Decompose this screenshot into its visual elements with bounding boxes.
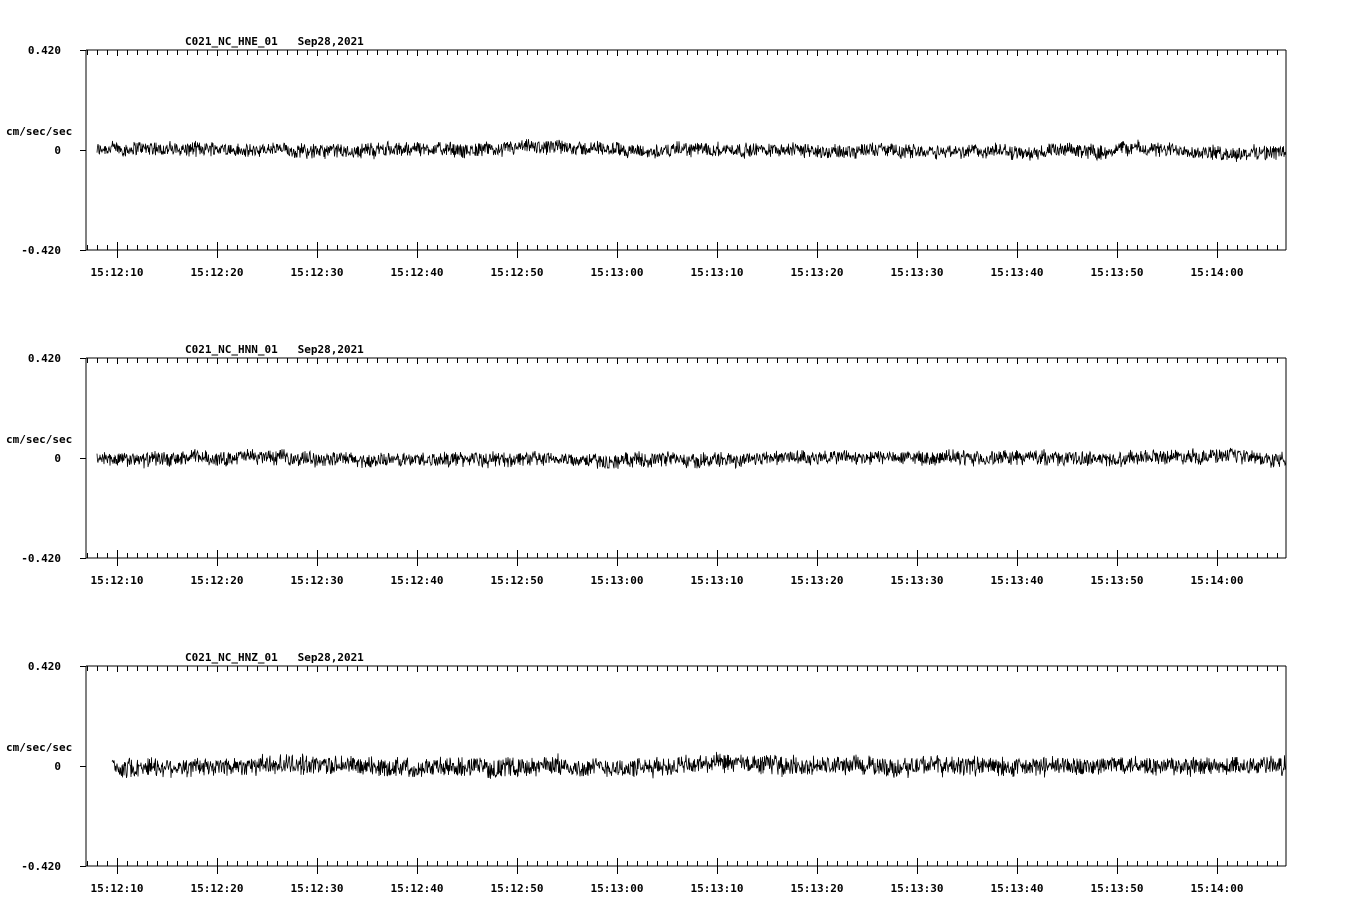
x-tick-label: 15:13:20: [791, 882, 844, 895]
x-tick-label: 15:13:00: [591, 266, 644, 279]
x-tick-label: 15:14:00: [1191, 266, 1244, 279]
x-tick-label: 15:13:50: [1091, 266, 1144, 279]
x-tick-label: 15:13:10: [691, 882, 744, 895]
y-tick-label: -0.420: [21, 244, 61, 257]
seismogram-page: 15:12:10 15:12:20 15:12:30 15:12:40 15:12:50…: [0, 0, 1358, 924]
chart-panel-2: 15:12:10 15:12:20 15:12:30 15:12:40 15:12:50…: [6, 651, 1287, 895]
y-tick-label: 0.420: [28, 352, 61, 365]
x-tick-label: 15:12:20: [191, 266, 244, 279]
x-tick-label: 15:12:50: [491, 266, 544, 279]
x-tick-label: 15:13:40: [991, 574, 1044, 587]
chart-panel-0: 15:12:10 15:12:20 15:12:30 15:12:40 15:12:50…: [6, 35, 1287, 279]
x-tick-label: 15:13:10: [691, 266, 744, 279]
x-tick-label: 15:13:30: [891, 266, 944, 279]
seismogram-charts: 15:12:10 15:12:20 15:12:30 15:12:40 15:12:50…: [6, 35, 1287, 895]
y-axis-label: cm/sec/sec: [6, 741, 72, 754]
x-tick-label: 15:13:40: [991, 266, 1044, 279]
x-tick-label: 15:13:10: [691, 574, 744, 587]
x-tick-label: 15:12:50: [491, 882, 544, 895]
x-tick-label: 15:12:20: [191, 882, 244, 895]
chart-title: C021_NC_HNZ_01 Sep28,2021: [185, 651, 364, 664]
y-tick-label: 0: [54, 452, 61, 465]
x-tick-label: 15:12:30: [291, 882, 344, 895]
x-tick-label: 15:12:30: [291, 266, 344, 279]
x-tick-label: 15:14:00: [1191, 882, 1244, 895]
y-tick-label: 0: [54, 144, 61, 157]
x-tick-label: 15:12:40: [391, 882, 444, 895]
y-axis-label: cm/sec/sec: [6, 433, 72, 446]
x-tick-label: 15:13:00: [591, 574, 644, 587]
x-tick-label: 15:13:50: [1091, 882, 1144, 895]
x-tick-label: 15:12:10: [91, 266, 144, 279]
x-tick-label: 15:13:20: [791, 574, 844, 587]
x-tick-label: 15:12:10: [91, 574, 144, 587]
x-tick-label: 15:12:30: [291, 574, 344, 587]
x-tick-label: 15:12:40: [391, 266, 444, 279]
series-line: [96, 139, 1287, 163]
chart-title: C021_NC_HNN_01 Sep28,2021: [185, 343, 364, 356]
series-line: [111, 751, 1287, 779]
x-tick-label: 15:13:30: [891, 882, 944, 895]
y-tick-label: 0.420: [28, 660, 61, 673]
y-tick-label: 0.420: [28, 44, 61, 57]
chart-panel-1: 15:12:10 15:12:20 15:12:30 15:12:40 15:12:50…: [6, 343, 1287, 587]
y-tick-label: -0.420: [21, 860, 61, 873]
x-tick-label: 15:13:20: [791, 266, 844, 279]
series-line: [96, 447, 1287, 470]
y-tick-label: 0: [54, 760, 61, 773]
x-tick-label: 15:12:10: [91, 882, 144, 895]
x-tick-label: 15:14:00: [1191, 574, 1244, 587]
x-tick-label: 15:12:20: [191, 574, 244, 587]
x-tick-label: 15:12:40: [391, 574, 444, 587]
x-tick-label: 15:13:50: [1091, 574, 1144, 587]
chart-title: C021_NC_HNE_01 Sep28,2021: [185, 35, 364, 48]
y-axis-label: cm/sec/sec: [6, 125, 72, 138]
x-tick-label: 15:13:00: [591, 882, 644, 895]
x-tick-label: 15:12:50: [491, 574, 544, 587]
x-tick-label: 15:13:30: [891, 574, 944, 587]
y-tick-label: -0.420: [21, 552, 61, 565]
x-tick-label: 15:13:40: [991, 882, 1044, 895]
